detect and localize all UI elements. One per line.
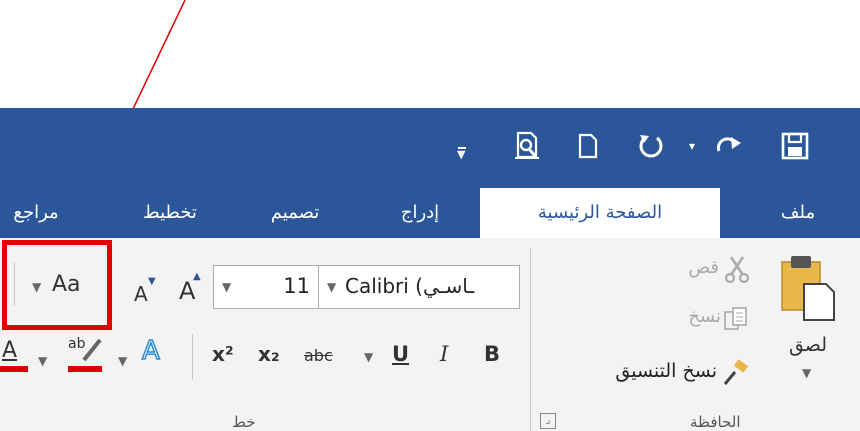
cut-label: قص [688,257,719,278]
font-color-dropdown-arrow: ▼ [38,354,48,368]
font-color-swatch [0,366,28,372]
subscript-button[interactable]: x₂ [254,338,290,372]
shrink-font-label: A [134,282,148,306]
paste-label: لصق [788,334,828,356]
bold-button[interactable]: B [478,338,510,372]
tab-home[interactable]: الصفحة الرئيسية [480,188,720,238]
tab-insert[interactable]: إدراج [375,188,465,238]
clipboard-icon [781,256,835,321]
highlight-button[interactable]: ab [66,336,106,376]
font-group-label: خط [232,413,256,431]
text-effects-button[interactable]: A [136,335,176,372]
italic-button[interactable]: I [432,338,464,372]
bold-label: B [484,342,501,366]
group-separator [530,248,531,431]
undo-dropdown-icon[interactable]: ▾ [680,128,704,164]
paste-dropdown-icon: ▼ [802,366,812,380]
strikethrough-label: abc [304,346,333,365]
copy-button[interactable]: نسخ [640,304,755,336]
underline-button[interactable]: U [386,338,418,372]
superscript-button[interactable]: x² [208,338,244,372]
tab-layout[interactable]: تخطيط [120,188,220,238]
highlight-dropdown-arrow: ▼ [118,354,128,368]
font-name-value: Calibri (ـاسـي [345,274,475,298]
shrink-font-button[interactable]: A ▼ [130,276,162,312]
save-icon[interactable] [778,128,812,164]
font-name-box[interactable]: ▼ Calibri (ـاسـي [318,265,520,309]
scissors-icon [724,256,750,283]
clipboard-launcher-icon[interactable]: ⌟ [540,413,556,429]
font-row-separator [192,334,193,380]
highlighter-icon [68,338,102,372]
change-case-label: Aa [52,272,81,297]
format-painter-button[interactable]: نسخ التنسيق [550,356,755,390]
change-case-button[interactable]: ▼ Aa [30,268,92,306]
cut-button[interactable]: قص [650,255,755,287]
clipboard-group-label: الحافظة [690,413,741,431]
font-color-dropdown-icon[interactable]: ▼ [38,350,52,368]
paintbrush-icon [723,359,749,385]
font-size-dropdown-icon: ▼ [222,280,232,294]
highlight-dropdown-icon[interactable]: ▼ [118,350,132,368]
font-color-label: A [2,338,18,363]
underline-label: U [392,342,410,366]
text-effects-label: A [141,335,160,367]
redo-icon[interactable] [712,128,746,164]
tab-file[interactable]: ملف [758,188,838,238]
copy-label: نسخ [688,306,721,327]
copy-icon [724,307,747,330]
subscript-label: x₂ [258,342,280,366]
format-painter-label: نسخ التنسيق [615,360,717,382]
shrink-font-arrow-icon: ▼ [148,276,156,287]
tab-references[interactable]: مراجع [0,188,72,238]
font-size-box[interactable]: ▼ 11 [213,265,319,309]
strikethrough-button[interactable]: ▼ abc [304,340,378,372]
italic-label: I [440,342,449,366]
font-color-button[interactable]: A [0,336,30,376]
font-name-dropdown-icon: ▼ [327,280,337,294]
print-preview-icon[interactable] [510,128,544,164]
grow-font-button[interactable]: A ▲ [175,271,207,311]
new-document-icon[interactable] [571,128,605,164]
change-case-dropdown-icon: ▼ [32,280,42,294]
strikethrough-dropdown-icon: ▼ [364,350,374,364]
grow-font-arrow-icon: ▲ [193,271,201,282]
undo-icon[interactable] [634,128,668,164]
tab-design[interactable]: تصميم [245,188,345,238]
paste-button[interactable]: لصق ▼ [770,250,855,390]
font-size-value: 11 [283,274,310,298]
change-case-separator [14,262,15,306]
superscript-label: x² [212,342,234,366]
customize-qat-arrow: ▼ [457,148,466,161]
